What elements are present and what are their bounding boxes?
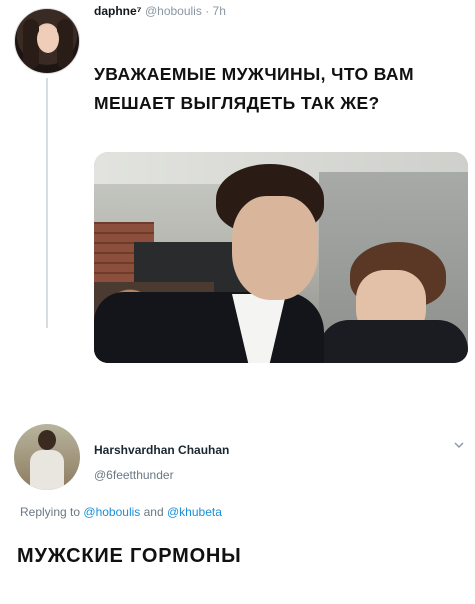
tweet-header: daphne⁷ @hoboulis · 7h (94, 4, 226, 18)
avatar-face (37, 25, 59, 53)
tweet-text: Уважаемые мужчины, что вам мешает выгляд… (94, 60, 475, 118)
reply-author-handle[interactable]: @6feetthunder (94, 468, 174, 482)
author-avatar[interactable] (14, 8, 80, 74)
reply-tweet: Harshvardhan Chauhan @6feetthunder Reply… (0, 400, 475, 540)
reply-author-name[interactable]: Harshvardhan Chauhan (94, 443, 229, 457)
original-tweet: daphne⁷ @hoboulis · 7h Уважаемые мужчины… (0, 0, 475, 395)
chevron-down-icon[interactable] (452, 438, 466, 452)
author-handle[interactable]: @hoboulis (145, 4, 202, 18)
replying-to: Replying to @hoboulis and @khubeta (20, 505, 222, 519)
photo-man1-body (94, 292, 324, 363)
replying-user-link-1[interactable]: @hoboulis (83, 505, 140, 519)
avatar-torso (30, 450, 64, 490)
reply-author-avatar[interactable] (14, 424, 80, 490)
tweet-time[interactable]: 7h (213, 4, 226, 18)
photo-man1-face (232, 196, 318, 300)
meme-caption: Мужские гормоны (17, 545, 242, 567)
header-separator: · (205, 4, 210, 18)
thread-line (46, 78, 48, 328)
replying-user-link-2[interactable]: @khubeta (167, 505, 222, 519)
tweet-text-line-1: Уважаемые мужчины, что вам (94, 64, 414, 84)
tweet-photo[interactable] (94, 152, 468, 363)
replying-prefix: Replying to (20, 505, 81, 519)
avatar-head (38, 430, 56, 450)
replying-and: and (143, 505, 164, 519)
avatar-hair-right (57, 19, 73, 69)
photo-man2-body (319, 320, 468, 363)
tweet-text-line-2: мешает выглядеть так же? (94, 93, 380, 113)
author-name[interactable]: daphne⁷ (94, 4, 142, 18)
avatar-hair-left (23, 19, 39, 69)
